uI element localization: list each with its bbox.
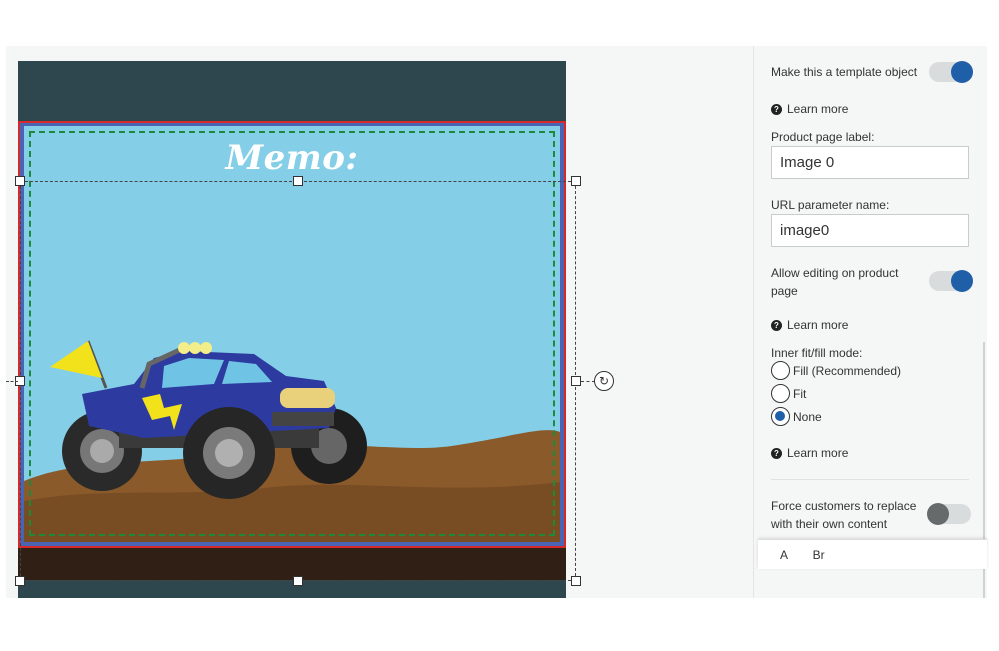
toggle-knob — [951, 270, 973, 292]
left-guide-tick — [6, 381, 18, 382]
resize-handle-bottom-right[interactable] — [571, 576, 581, 586]
learn-more-link[interactable]: ? Learn more — [771, 318, 848, 332]
resize-handle-top-left[interactable] — [15, 176, 25, 186]
fit-option-fill[interactable]: Fill (Recommended) — [771, 361, 901, 380]
url-parameter-input[interactable] — [771, 214, 969, 247]
rotate-icon[interactable]: ↻ — [594, 371, 614, 391]
memo-card: Memo: — [18, 61, 566, 598]
radio-fit[interactable] — [771, 384, 790, 403]
fit-mode-title: Inner fit/fill mode: — [771, 346, 863, 360]
product-page-label-title: Product page label: — [771, 130, 875, 144]
radio-fill[interactable] — [771, 361, 790, 380]
resize-handle-top[interactable] — [293, 176, 303, 186]
fit-option-fit[interactable]: Fit — [771, 384, 806, 403]
editor-app: Memo: ↻ Make this a template object ? Le… — [6, 46, 987, 598]
rotate-connector — [581, 381, 595, 382]
help-icon: ? — [771, 319, 782, 331]
monster-truck-illustration — [24, 340, 560, 542]
fit-option-label: None — [793, 409, 822, 424]
product-page-label-input[interactable] — [771, 146, 969, 179]
properties-panel: Make this a template object ? Learn more… — [753, 46, 987, 598]
learn-more-label: Learn more — [787, 446, 849, 460]
radio-none[interactable] — [771, 407, 790, 426]
toggle-knob — [927, 503, 949, 525]
fit-option-label: Fill (Recommended) — [793, 363, 902, 378]
learn-more-link[interactable]: ? Learn more — [771, 446, 848, 460]
toggle-knob — [951, 61, 973, 83]
design-canvas[interactable]: Memo: ↻ — [6, 46, 753, 598]
url-parameter-title: URL parameter name: — [771, 198, 890, 212]
force-replace-label: Force customers to replace with their ow… — [771, 499, 917, 531]
resize-handle-right[interactable] — [571, 376, 581, 386]
learn-more-label: Learn more — [787, 318, 849, 332]
memo-title[interactable]: Memo: — [18, 138, 566, 178]
panel-divider — [771, 479, 969, 480]
card-footer-band — [18, 548, 566, 580]
learn-more-link[interactable]: ? Learn more — [771, 102, 848, 116]
force-replace-toggle[interactable] — [927, 503, 971, 525]
help-icon: ? — [771, 103, 782, 115]
bottom-popup-menu[interactable]: A Br — [758, 539, 987, 569]
image-bleed-area[interactable] — [18, 121, 566, 548]
allow-editing-label: Allow editing on product page — [771, 266, 899, 298]
help-icon: ? — [771, 447, 782, 459]
resize-handle-top-right[interactable] — [571, 176, 581, 186]
monster-truck-image[interactable] — [24, 126, 560, 542]
fit-option-label: Fit — [793, 386, 807, 401]
allow-editing-toggle[interactable] — [929, 270, 973, 292]
learn-more-label: Learn more — [787, 102, 849, 116]
fit-option-none[interactable]: None — [771, 407, 822, 426]
resize-handle-bottom-left[interactable] — [15, 576, 25, 586]
template-object-toggle[interactable] — [929, 61, 973, 83]
resize-handle-bottom[interactable] — [293, 576, 303, 586]
